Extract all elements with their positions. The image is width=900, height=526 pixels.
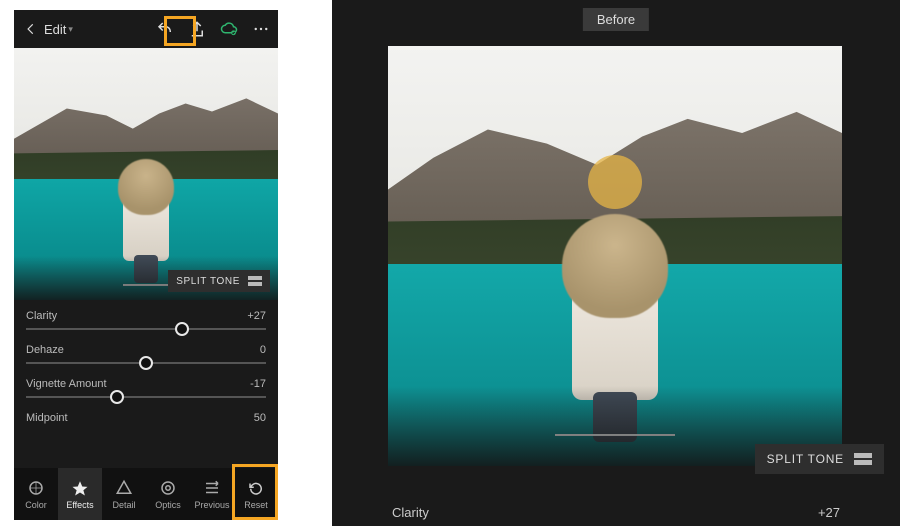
- touch-indicator-icon: [588, 155, 642, 209]
- slider-value: 50: [254, 412, 266, 424]
- detail-icon: [115, 479, 133, 497]
- tab-label: Optics: [155, 500, 181, 510]
- back-chevron-icon[interactable]: [22, 20, 40, 38]
- before-badge: Before: [583, 8, 649, 31]
- split-tone-label: SPLIT TONE: [767, 452, 844, 466]
- previous-icon: [203, 479, 221, 497]
- slider-value: +27: [818, 505, 840, 520]
- before-preview-panel: Before SPLIT TONE Clarity +27: [332, 0, 900, 526]
- cloud-sync-icon[interactable]: [220, 20, 238, 38]
- tab-color[interactable]: Color: [14, 468, 58, 520]
- slider-dehaze[interactable]: Dehaze 0: [26, 344, 266, 364]
- slider-value: -17: [250, 378, 266, 390]
- tab-label: Detail: [112, 500, 135, 510]
- top-bar: Edit ▾: [14, 10, 278, 48]
- slider-vignette-amount[interactable]: Vignette Amount -17: [26, 378, 266, 398]
- optics-icon: [159, 479, 177, 497]
- tab-previous[interactable]: Previous: [190, 468, 234, 520]
- split-tone-button[interactable]: SPLIT TONE: [755, 444, 884, 474]
- tab-effects[interactable]: Effects: [58, 468, 102, 520]
- highlight-undo: [164, 16, 196, 46]
- tab-detail[interactable]: Detail: [102, 468, 146, 520]
- screen-title[interactable]: Edit: [44, 22, 66, 37]
- slider-clarity[interactable]: Clarity +27: [26, 310, 266, 330]
- effects-icon: [71, 479, 89, 497]
- highlight-reset: [232, 464, 278, 520]
- split-tone-icon: [854, 453, 872, 465]
- slider-label: Vignette Amount: [26, 378, 107, 390]
- tab-optics[interactable]: Optics: [146, 468, 190, 520]
- split-tone-label: SPLIT TONE: [176, 276, 240, 287]
- edited-photo-preview[interactable]: SPLIT TONE: [14, 48, 278, 300]
- lightroom-mobile-edit-screen: Edit ▾ SPLIT TONE: [14, 10, 278, 520]
- split-tone-icon: [248, 276, 262, 286]
- slider-value: +27: [247, 310, 266, 322]
- slider-label: Clarity: [26, 310, 57, 322]
- slider-clarity-large[interactable]: Clarity +27: [392, 505, 840, 520]
- more-icon[interactable]: [252, 20, 270, 38]
- color-wheel-icon: [27, 479, 45, 497]
- tab-label: Color: [25, 500, 47, 510]
- slider-label: Dehaze: [26, 344, 64, 356]
- slider-label: Clarity: [392, 505, 429, 520]
- effects-sliders: Clarity +27 Dehaze 0 Vignette Amount -17: [14, 300, 278, 434]
- tab-label: Previous: [194, 500, 229, 510]
- slider-label: Midpoint: [26, 412, 68, 424]
- slider-midpoint[interactable]: Midpoint 50: [26, 412, 266, 424]
- before-label: Before: [597, 12, 635, 27]
- split-tone-button[interactable]: SPLIT TONE: [168, 270, 270, 292]
- chevron-down-icon[interactable]: ▾: [68, 24, 73, 35]
- before-photo[interactable]: [388, 46, 842, 466]
- tab-label: Effects: [66, 500, 93, 510]
- slider-value: 0: [260, 344, 266, 356]
